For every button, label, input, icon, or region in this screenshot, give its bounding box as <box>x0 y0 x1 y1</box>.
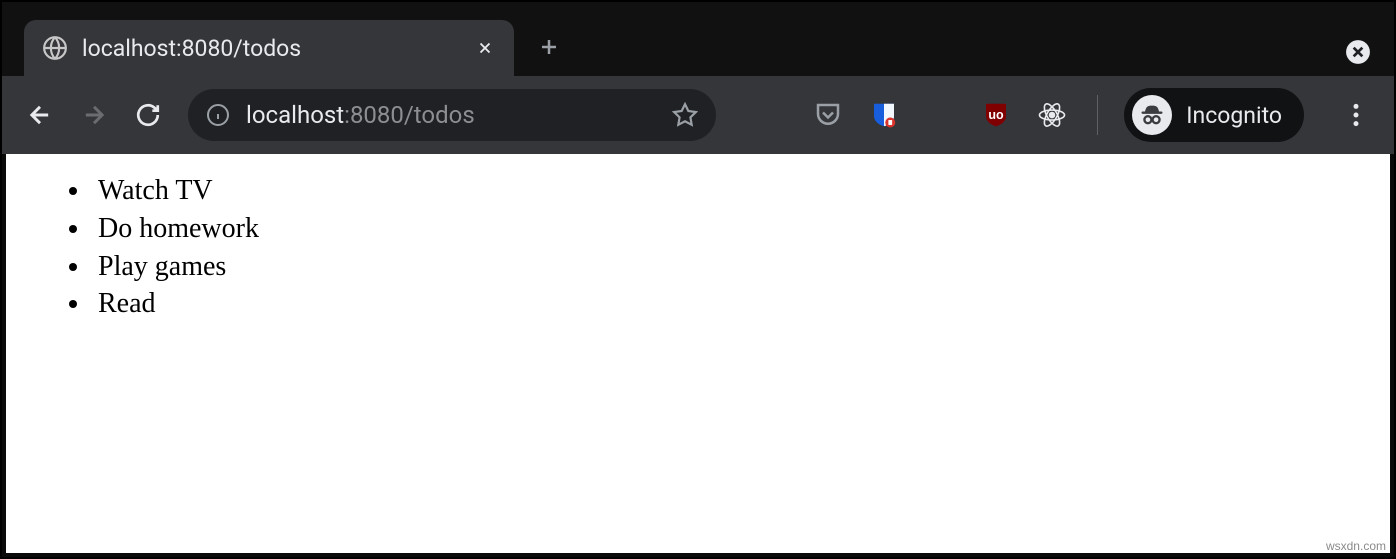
toolbar-divider <box>1097 95 1098 135</box>
window-close-button[interactable] <box>1344 38 1372 66</box>
new-tab-button[interactable] <box>528 26 570 68</box>
reload-button[interactable] <box>124 91 172 139</box>
react-devtools-icon[interactable] <box>1035 98 1069 132</box>
globe-icon <box>42 35 68 61</box>
watermark: wsxdn.com <box>1326 539 1386 553</box>
tab-bar: localhost:8080/todos <box>2 2 1394 76</box>
pocket-icon[interactable] <box>811 98 845 132</box>
page-content: Watch TV Do homework Play games Read <box>6 154 1390 553</box>
bitwarden-icon[interactable] <box>867 98 901 132</box>
forward-button[interactable] <box>70 91 118 139</box>
todo-list: Watch TV Do homework Play games Read <box>32 172 1364 323</box>
svg-text:uo: uo <box>989 108 1005 122</box>
extensions-area: uo Incognito <box>791 88 1380 142</box>
incognito-badge[interactable]: Incognito <box>1124 88 1304 142</box>
back-button[interactable] <box>16 91 64 139</box>
incognito-icon <box>1132 95 1172 135</box>
site-info-icon[interactable] <box>206 103 230 127</box>
incognito-label: Incognito <box>1186 102 1282 129</box>
address-bar[interactable]: localhost:8080/todos <box>188 89 716 141</box>
bookmark-star-icon[interactable] <box>672 102 698 128</box>
list-item: Play games <box>92 248 1364 286</box>
close-tab-button[interactable] <box>474 37 496 59</box>
list-item: Read <box>92 285 1364 323</box>
list-item: Watch TV <box>92 172 1364 210</box>
url-text: localhost:8080/todos <box>246 101 656 129</box>
ublock-icon[interactable]: uo <box>979 98 1013 132</box>
tab-title: localhost:8080/todos <box>82 35 460 62</box>
crescent-icon[interactable] <box>923 98 957 132</box>
url-rest: :8080/todos <box>344 101 475 129</box>
kebab-menu-button[interactable] <box>1332 91 1380 139</box>
active-tab[interactable]: localhost:8080/todos <box>24 20 514 76</box>
browser-chrome: localhost:8080/todos localhost:8080/t <box>2 2 1394 154</box>
url-host: localhost <box>246 101 344 129</box>
list-item: Do homework <box>92 210 1364 248</box>
toolbar: localhost:8080/todos uo <box>2 76 1394 154</box>
